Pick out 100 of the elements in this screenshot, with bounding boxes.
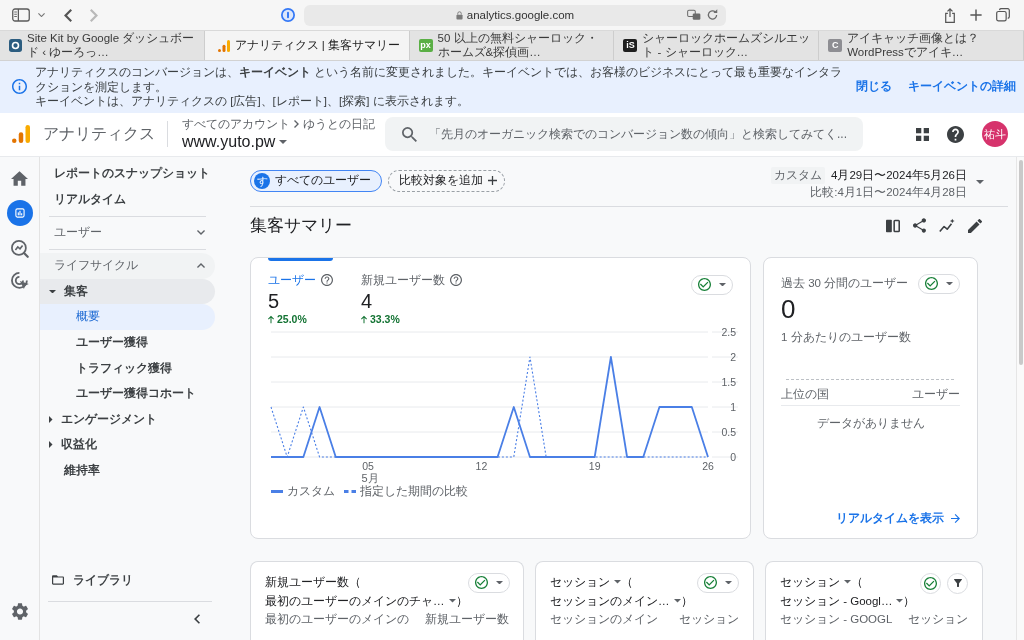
caret-down-icon bbox=[279, 139, 288, 144]
sparkle-line-icon[interactable] bbox=[939, 218, 955, 233]
address-bar[interactable]: analytics.google.com bbox=[304, 4, 726, 26]
nav-item[interactable]: ユーザー獲得 bbox=[40, 329, 215, 356]
empty-message: データがありません bbox=[816, 414, 925, 432]
close-button[interactable]: 閉じる bbox=[856, 79, 892, 95]
dimension-dropdown[interactable]: セッション bbox=[550, 572, 621, 592]
axis-label: 5月 bbox=[361, 471, 379, 484]
share-icon[interactable] bbox=[944, 7, 956, 23]
legend-label: 指定した期間の比較 bbox=[360, 483, 468, 499]
column-header: 上位の国 bbox=[781, 386, 829, 402]
sidebar-toggle-icon[interactable] bbox=[12, 8, 30, 22]
breadcrumb-link[interactable]: ゆうとの日記 bbox=[303, 117, 375, 131]
browser-tab[interactable]: アナリティクス | 集客サマリー bbox=[204, 31, 410, 60]
nav-item[interactable]: ユーザー獲得コホート bbox=[40, 380, 215, 407]
metric-tab[interactable]: ユーザー bbox=[268, 272, 316, 288]
comparison-menu-button[interactable] bbox=[691, 274, 733, 295]
help-icon[interactable] bbox=[450, 274, 462, 286]
home-icon[interactable] bbox=[11, 170, 28, 186]
favicon: px bbox=[418, 39, 433, 52]
details-link[interactable]: キーイベントの詳細 bbox=[908, 79, 1016, 95]
caret-down-icon bbox=[448, 599, 456, 603]
scrollbar[interactable] bbox=[1016, 156, 1024, 640]
realtime-link[interactable]: リアルタイムを表示 bbox=[836, 510, 960, 526]
nav-item[interactable]: 概要 bbox=[40, 304, 215, 330]
card-title: 過去 30 分間のユーザー bbox=[781, 275, 909, 291]
apps-grid-icon[interactable] bbox=[916, 127, 929, 141]
axis-label: 05 bbox=[362, 459, 374, 472]
speech-bubbles-icon[interactable] bbox=[687, 9, 701, 21]
nav-item[interactable]: 維持率 bbox=[40, 457, 215, 484]
dimension-dropdown[interactable]: セッションのメイン… bbox=[550, 591, 681, 611]
segment-chip[interactable]: す すべてのユーザー bbox=[250, 169, 382, 192]
nav-group[interactable]: 集客 bbox=[40, 278, 215, 305]
bar-chart-icon[interactable] bbox=[6, 199, 33, 226]
caret-down-icon bbox=[673, 599, 681, 603]
chart-title: 1 分あたりのユーザー数 bbox=[781, 329, 911, 345]
chevron-left-icon[interactable] bbox=[194, 614, 200, 624]
browser-tab[interactable]: Site Kit by Google ダッシュボード ‹ ゆーろっ… bbox=[0, 31, 205, 60]
comparison-range: 比較:4月1日〜2024年4月28日 bbox=[810, 184, 967, 200]
property-selector[interactable]: www.yuto.pw bbox=[182, 132, 375, 151]
check-button[interactable] bbox=[920, 572, 941, 594]
avatar[interactable]: 祐斗 bbox=[982, 121, 1008, 147]
favicon: C bbox=[828, 39, 843, 52]
caret-down-icon bbox=[614, 580, 621, 584]
nav-item[interactable]: リアルタイム bbox=[40, 186, 215, 213]
nav-section-header[interactable]: ユーザー bbox=[40, 219, 215, 246]
chevron-down-icon[interactable] bbox=[38, 12, 45, 18]
card-title: ） bbox=[903, 593, 916, 609]
nav-group[interactable]: 収益化 bbox=[40, 432, 215, 458]
search-icon bbox=[402, 126, 417, 142]
reload-icon[interactable] bbox=[707, 9, 718, 21]
chevron-right-icon bbox=[294, 120, 299, 128]
caret-down-icon bbox=[896, 599, 904, 603]
library-link[interactable]: ライブラリ bbox=[40, 567, 215, 593]
compare-columns-icon[interactable] bbox=[886, 218, 900, 233]
dimension-dropdown[interactable]: セッション bbox=[780, 572, 851, 592]
nav-group[interactable]: エンゲージメント bbox=[40, 406, 215, 433]
nav-section-header[interactable]: ライフサイクル bbox=[40, 252, 215, 279]
axis-label: 2.5 bbox=[721, 327, 736, 338]
keyhole-icon[interactable] bbox=[281, 8, 295, 22]
comparison-menu-button[interactable] bbox=[697, 572, 739, 593]
page-title: 集客サマリー bbox=[250, 215, 352, 237]
legend-line-icon bbox=[271, 489, 283, 493]
settings-icon[interactable] bbox=[11, 603, 28, 620]
column-header: セッション - GOOGL bbox=[780, 611, 893, 626]
tab-overview-icon[interactable] bbox=[996, 8, 1010, 22]
dimension-dropdown[interactable]: セッション - Googl… bbox=[780, 591, 904, 611]
caret-down-icon[interactable] bbox=[976, 179, 984, 184]
metric-value: 0 bbox=[781, 293, 796, 324]
scrollbar-thumb[interactable] bbox=[1019, 159, 1023, 365]
back-icon[interactable] bbox=[64, 8, 72, 22]
metric-tab[interactable]: 新規ユーザー数 bbox=[361, 272, 445, 288]
nav-item[interactable]: レポートのスナップショット bbox=[40, 160, 215, 187]
card-title: （ bbox=[851, 574, 863, 590]
comparison-menu-button[interactable] bbox=[918, 273, 960, 294]
breadcrumb-link[interactable]: すべてのアカウント bbox=[182, 117, 290, 131]
dimension-dropdown[interactable]: 最初のユーザーのメインのチャ… bbox=[265, 591, 456, 611]
column-header: 新規ユーザー数 bbox=[425, 611, 509, 626]
share-icon[interactable] bbox=[913, 218, 926, 233]
segment-avatar: す bbox=[254, 172, 270, 189]
help-icon[interactable] bbox=[321, 274, 333, 286]
info-icon bbox=[12, 79, 27, 95]
search-field[interactable]: 「先月のオーガニック検索でのコンバージョン数の傾向」と検索してみてく... bbox=[385, 117, 863, 151]
comparison-menu-button[interactable] bbox=[467, 572, 510, 593]
caret-down-icon bbox=[49, 289, 56, 294]
analytics-logo-icon[interactable] bbox=[12, 125, 30, 143]
help-icon[interactable] bbox=[947, 125, 964, 143]
nav-item[interactable]: トラフィック獲得 bbox=[40, 355, 215, 381]
pencil-icon[interactable] bbox=[968, 218, 982, 233]
date-range[interactable]: 4月29日〜2024年5月26日 bbox=[831, 167, 967, 183]
axis-label: 1.5 bbox=[721, 375, 736, 388]
plus-icon[interactable] bbox=[970, 9, 982, 21]
caret-down-icon bbox=[844, 580, 851, 584]
arrow-up-icon bbox=[361, 314, 367, 324]
caret-down-icon bbox=[495, 580, 503, 585]
chart-search-icon[interactable] bbox=[10, 239, 29, 258]
column-header: セッションのメイン bbox=[550, 611, 658, 626]
target-cursor-icon[interactable] bbox=[10, 271, 29, 290]
card-title: ） bbox=[455, 593, 468, 609]
filter-button[interactable] bbox=[947, 572, 968, 594]
